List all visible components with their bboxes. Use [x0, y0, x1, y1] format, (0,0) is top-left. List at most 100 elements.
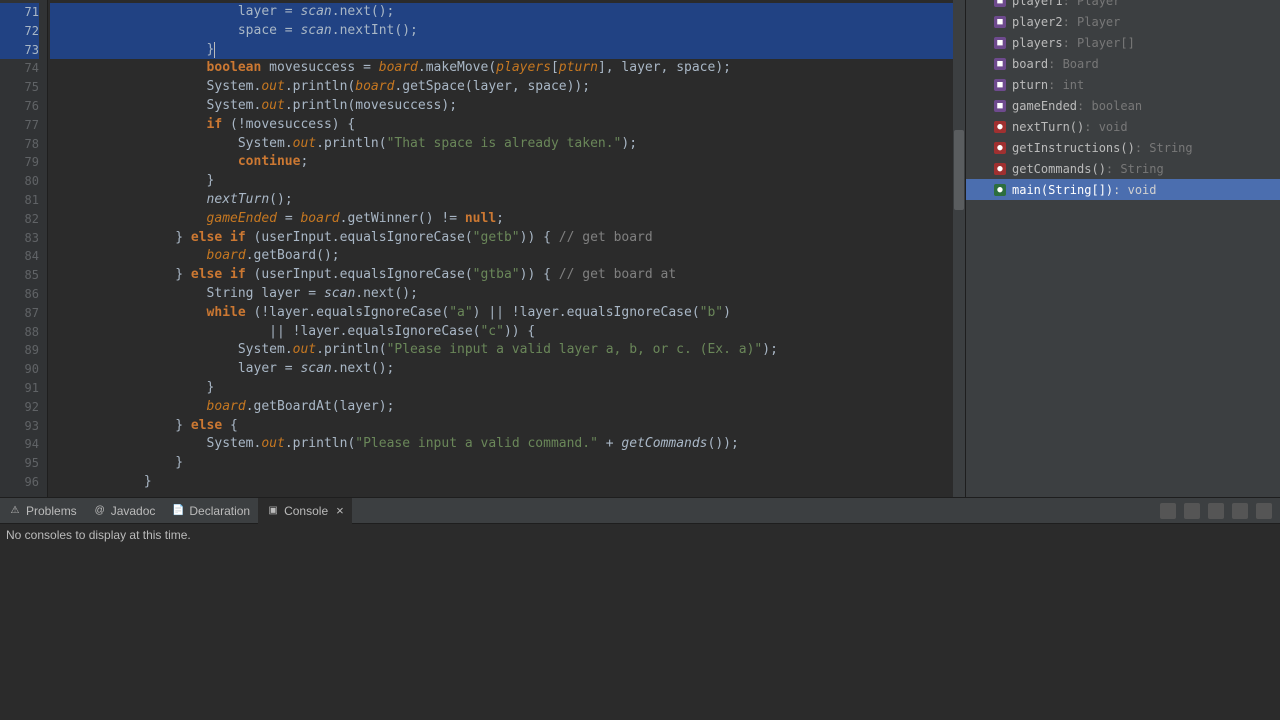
- console-body: No consoles to display at this time.: [0, 524, 1280, 720]
- code-line[interactable]: }: [50, 473, 965, 492]
- scroll-thumb[interactable]: [954, 130, 964, 210]
- tab-javadoc[interactable]: @Javadoc: [85, 498, 164, 524]
- method-priv-icon: ●: [994, 121, 1006, 133]
- tab-toolbar: [1160, 503, 1280, 519]
- line-number: 89: [0, 341, 39, 360]
- code-line[interactable]: if (!movesuccess) {: [50, 116, 965, 135]
- code-line[interactable]: layer = scan.next();: [50, 3, 965, 22]
- line-number: 71: [0, 3, 39, 22]
- code-line[interactable]: System.out.println(movesuccess);: [50, 97, 965, 116]
- code-line[interactable]: }: [50, 454, 965, 473]
- line-number: 88: [0, 323, 39, 342]
- outline-type: : String: [1135, 141, 1193, 155]
- close-icon[interactable]: ×: [336, 503, 344, 518]
- code-line[interactable]: board.getBoard();: [50, 247, 965, 266]
- outline-item[interactable]: ■players : Player[]: [966, 32, 1280, 53]
- outline-type: : Board: [1048, 57, 1099, 71]
- line-number: 80: [0, 172, 39, 191]
- modifier-icon: [984, 39, 992, 47]
- code-line[interactable]: } else if (userInput.equalsIgnoreCase("g…: [50, 229, 965, 248]
- open-console-icon[interactable]: [1208, 503, 1224, 519]
- outline-item[interactable]: ■player2 : Player: [966, 11, 1280, 32]
- line-number: 81: [0, 191, 39, 210]
- code-line[interactable]: System.out.println("Please input a valid…: [50, 435, 965, 454]
- line-number: 91: [0, 379, 39, 398]
- code-line[interactable]: while (!layer.equalsIgnoreCase("a") || !…: [50, 304, 965, 323]
- modifier-icon: [984, 81, 992, 89]
- tab-icon: 📄: [171, 504, 185, 518]
- bottom-panel: ⚠ Problems @Javadoc📄Declaration▣Console× N…: [0, 497, 1280, 720]
- outline-item[interactable]: ●getCommands() : String: [966, 158, 1280, 179]
- line-number: 86: [0, 285, 39, 304]
- method-priv-icon: ●: [994, 142, 1006, 154]
- code-line[interactable]: System.out.println("Please input a valid…: [50, 341, 965, 360]
- editor-pane: 7172737475767778798081828384858687888990…: [0, 0, 965, 497]
- code-area[interactable]: layer = scan.next(); space = scan.nextIn…: [48, 0, 965, 497]
- outline-item[interactable]: ■pturn : int: [966, 74, 1280, 95]
- outline-item[interactable]: ●nextTurn() : void: [966, 116, 1280, 137]
- outline-item[interactable]: ■player1 : Player: [966, 0, 1280, 11]
- code-line[interactable]: continue;: [50, 153, 965, 172]
- pin-console-icon[interactable]: [1160, 503, 1176, 519]
- outline-item[interactable]: ■gameEnded : boolean: [966, 95, 1280, 116]
- code-line[interactable]: System.out.println("That space is alread…: [50, 135, 965, 154]
- line-gutter: 7172737475767778798081828384858687888990…: [0, 0, 48, 497]
- modifier-icon: [984, 18, 992, 26]
- outline-label: board: [1012, 57, 1048, 71]
- line-number: 84: [0, 247, 39, 266]
- outline-view: ■player1 : Player■player2 : Player■playe…: [965, 0, 1280, 497]
- line-number: 77: [0, 116, 39, 135]
- code-line[interactable]: || !layer.equalsIgnoreCase("c")) {: [50, 323, 965, 342]
- field-icon: ■: [994, 58, 1006, 70]
- vertical-scrollbar[interactable]: [953, 0, 965, 497]
- field-icon: ■: [994, 79, 1006, 91]
- code-line[interactable]: } else {: [50, 417, 965, 436]
- tab-declaration[interactable]: 📄Declaration: [163, 498, 258, 524]
- code-line[interactable]: layer = scan.next();: [50, 360, 965, 379]
- outline-label: player2: [1012, 15, 1063, 29]
- top-area: 7172737475767778798081828384858687888990…: [0, 0, 1280, 497]
- outline-type: : void: [1113, 183, 1156, 197]
- line-number: 95: [0, 454, 39, 473]
- tab-icon: ▣: [266, 504, 280, 518]
- tab-icon: ⚠: [8, 504, 22, 518]
- code-line[interactable]: boolean movesuccess = board.makeMove(pla…: [50, 59, 965, 78]
- tab-icon: @: [93, 504, 107, 518]
- display-selected-console-icon[interactable]: [1184, 503, 1200, 519]
- outline-item[interactable]: ●getInstructions() : String: [966, 137, 1280, 158]
- outline-type: : int: [1048, 78, 1084, 92]
- tab-label: Problems: [26, 504, 77, 518]
- code-line[interactable]: nextTurn();: [50, 191, 965, 210]
- modifier-icon: [984, 0, 992, 5]
- line-number: 85: [0, 266, 39, 285]
- modifier-icon: [984, 102, 992, 110]
- tab-problems[interactable]: ⚠ Problems: [0, 498, 85, 524]
- tab-console[interactable]: ▣Console×: [258, 498, 352, 524]
- outline-label: main(String[]): [1012, 183, 1113, 197]
- code-line[interactable]: board.getBoardAt(layer);: [50, 398, 965, 417]
- code-line[interactable]: System.out.println(board.getSpace(layer,…: [50, 78, 965, 97]
- outline-item[interactable]: ●main(String[]) : void: [966, 179, 1280, 200]
- line-number: 83: [0, 229, 39, 248]
- code-line[interactable]: String layer = scan.next();: [50, 285, 965, 304]
- outline-type: : Player[]: [1063, 36, 1135, 50]
- code-line[interactable]: }: [50, 41, 965, 60]
- line-number: 92: [0, 398, 39, 417]
- line-number: 79: [0, 153, 39, 172]
- code-line[interactable]: }: [50, 172, 965, 191]
- code-line[interactable]: gameEnded = board.getWinner() != null;: [50, 210, 965, 229]
- line-number: 78: [0, 135, 39, 154]
- modifier-icon: [984, 60, 992, 68]
- maximize-icon[interactable]: [1256, 503, 1272, 519]
- tab-bar: ⚠ Problems @Javadoc📄Declaration▣Console×: [0, 498, 1280, 524]
- outline-item[interactable]: ■ board : Board: [966, 53, 1280, 74]
- code-line[interactable]: }: [50, 379, 965, 398]
- code-line[interactable]: } else if (userInput.equalsIgnoreCase("g…: [50, 266, 965, 285]
- method-priv-icon: ●: [994, 163, 1006, 175]
- outline-type: : String: [1106, 162, 1164, 176]
- outline-label: player1: [1012, 0, 1063, 8]
- minimize-icon[interactable]: [1232, 503, 1248, 519]
- line-number: 94: [0, 435, 39, 454]
- code-line[interactable]: space = scan.nextInt();: [50, 22, 965, 41]
- line-number: 87: [0, 304, 39, 323]
